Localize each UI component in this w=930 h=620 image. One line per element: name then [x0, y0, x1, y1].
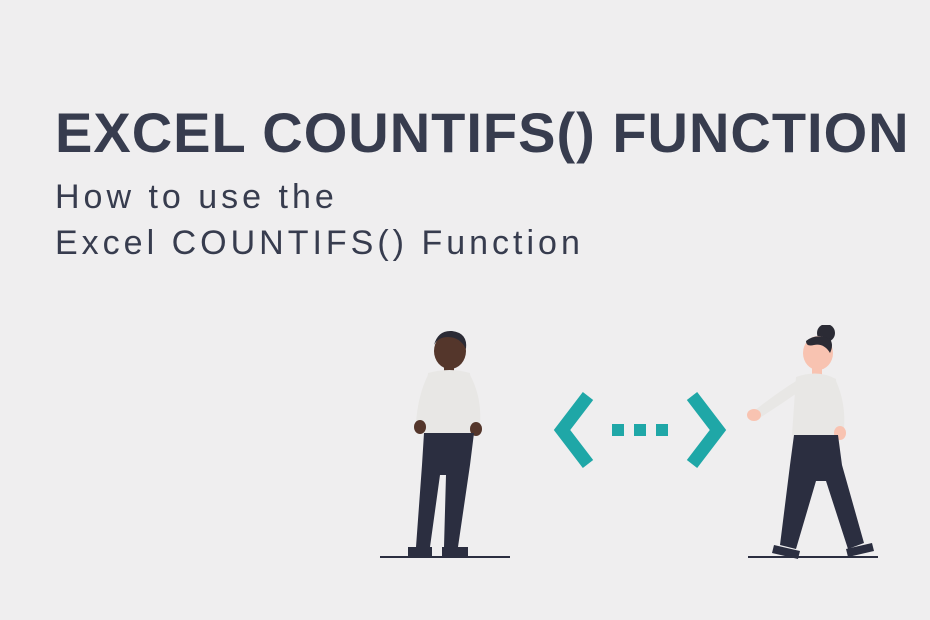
chevron-right-icon — [682, 390, 730, 470]
hero-illustration — [340, 310, 900, 590]
chevron-left-icon — [550, 390, 598, 470]
code-brackets-icon — [540, 385, 740, 475]
person-right-illustration — [730, 325, 890, 565]
page-title: EXCEL COUNTIFS() FUNCTION — [55, 100, 910, 165]
ellipsis-icon — [612, 424, 668, 436]
page-subtitle: How to use the Excel COUNTIFS() Function — [55, 175, 584, 267]
person-left-illustration — [380, 325, 510, 565]
